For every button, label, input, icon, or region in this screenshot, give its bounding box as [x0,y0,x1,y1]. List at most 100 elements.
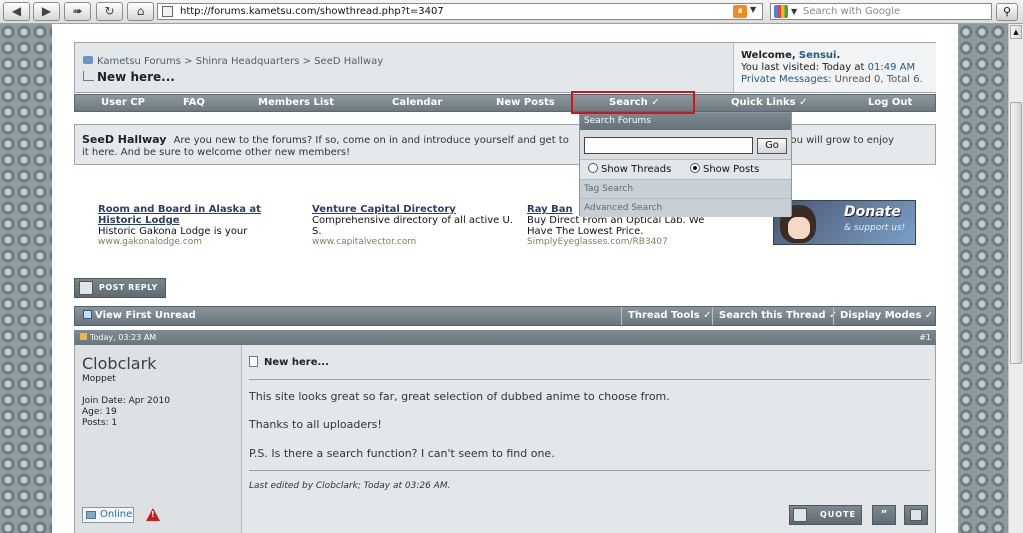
ad-link[interactable]: Venture Capital Directory [312,204,522,215]
tag-search-link[interactable]: Tag Search [580,179,791,198]
nav-log-out[interactable]: Log Out [868,97,912,108]
quote-button[interactable]: QUOTE [789,505,862,525]
back-icon[interactable]: ◀ [3,2,30,21]
donate-label: Donate [844,204,901,220]
breadcrumb: Kametsu Forums > Shinra Headquarters > S… [83,56,383,67]
user-stats: Join Date: Apr 2010 Age: 19 Posts: 1 [82,396,241,429]
ad-link[interactable]: Historic Lodge [98,215,308,226]
post-username[interactable]: Clobclark [82,354,241,373]
show-threads-label: Show Threads [601,164,672,175]
breadcrumb-item[interactable]: Shinra Headquarters [196,56,300,67]
quick-reply-icon [910,509,922,521]
nav-calendar[interactable]: Calendar [392,97,442,108]
breadcrumb-item[interactable]: Kametsu Forums [97,56,181,67]
join-date: Join Date: Apr 2010 [82,396,170,406]
thread-tools-menu[interactable]: Thread Tools ✓ [621,307,712,325]
report-post-icon[interactable] [146,508,160,521]
page-title: New here... [83,70,175,84]
online-icon [86,511,96,519]
chevron-down-icon: ✓ [799,97,808,108]
view-first-unread-label: View First Unread [95,310,196,321]
post-title-text: New here... [264,357,329,368]
unread-icon [83,310,92,319]
thread-toolbar: View First Unread Thread Tools ✓ Search … [74,306,936,326]
ad-url[interactable]: www.capitalvector.com [312,237,522,248]
forum-description: SeeD Hallway Are you new to the forums? … [74,124,936,165]
multi-quote-icon[interactable]: ” [872,505,896,525]
search-engine-dropdown-icon[interactable]: ▼ [791,4,797,19]
radio-icon[interactable] [588,163,598,173]
post-message: New here... This site looks great so far… [242,345,936,533]
post-status-icon [80,333,87,340]
search-forums-input[interactable] [584,137,753,154]
welcome-box: Welcome, Sensui. You last visited: Today… [733,43,936,92]
search-thread-menu[interactable]: Search this Thread ✓ [712,307,837,325]
radio-selected-icon[interactable] [690,163,700,173]
nav-members-list[interactable]: Members List [258,97,334,108]
forum-description-line2: it here. And be sure to welcome other ne… [82,147,351,158]
show-posts-label: Show Posts [703,164,760,175]
breadcrumb-separator: > [184,56,193,67]
donate-subtitle: & support us! [844,223,906,233]
quote-label: QUOTE [820,510,857,519]
forum-page: Kametsu Forums > Shinra Headquarters > S… [52,24,958,533]
go-button[interactable]: Go [757,138,787,154]
quick-reply-button[interactable] [904,505,928,525]
post-reply-label: POST REPLY [99,283,158,292]
post-icon [249,356,258,367]
search-icon[interactable]: ⚲ [996,3,1018,21]
divider [249,379,930,380]
favicon-icon [162,6,173,17]
search-dropdown: Search Forums Go Show Threads Show Posts… [579,112,792,217]
browser-toolbar: ◀ ▶ ➠ ↻ ⌂ http://forums.kametsu.com/show… [0,0,1023,24]
forward-icon[interactable]: ▶ [33,2,60,21]
google-search-input[interactable]: ▼ Search with Google [770,3,992,20]
show-posts-option[interactable]: Show Posts [690,160,759,179]
private-messages-link[interactable]: Private Messages: [741,74,831,85]
online-status: Online [82,507,134,523]
forum-home-icon [83,56,93,64]
scroll-up-icon[interactable]: ▲ [1010,25,1022,39]
address-bar[interactable]: http://forums.kametsu.com/showthread.php… [157,3,763,20]
post-date: Today, 03:23 AM [90,333,157,342]
thread-tools-label: Thread Tools [628,310,700,321]
ad-link[interactable]: Room and Board in Alaska at [98,204,308,215]
scrollbar-thumb[interactable] [1010,102,1022,364]
search-placeholder: Search with Google [803,6,901,17]
navbar: User CP FAQ Members List Calendar New Po… [74,94,936,112]
show-threads-option[interactable]: Show Threads [588,160,671,179]
display-modes-menu[interactable]: Display Modes ✓ [833,307,933,325]
nav-quick-links[interactable]: Quick Links ✓ [731,97,808,108]
view-first-unread-link[interactable]: View First Unread [83,310,196,321]
advanced-search-link[interactable]: Advanced Search [580,198,791,217]
rss-dropdown-icon[interactable]: ▼ [750,5,756,14]
reply-icon [79,281,93,295]
home-icon[interactable]: ⌂ [127,2,154,21]
username-link[interactable]: Sensui [799,50,837,61]
chevron-down-icon: ✓ [924,310,934,321]
post-number[interactable]: #1 [919,330,931,345]
vertical-scrollbar[interactable]: ▲ [1008,24,1023,533]
chevron-down-icon: ✓ [703,310,712,321]
fast-forward-icon[interactable]: ➠ [64,2,91,21]
reload-icon[interactable]: ↻ [96,2,123,21]
welcome-label: Welcome, [741,50,796,61]
post-reply-button[interactable]: POST REPLY [74,278,166,298]
search-highlight-box [571,91,695,114]
donate-banner[interactable]: Donate & support us! [773,200,916,245]
breadcrumb-item[interactable]: SeeD Hallway [314,56,383,67]
ad-url[interactable]: www.gakonalodge.com [98,237,308,248]
post-text-line: This site looks great so far, great sele… [249,390,670,403]
search-dropdown-header: Search Forums [580,113,791,130]
online-label: Online [100,509,133,520]
user-rank: Moppet [82,374,116,384]
display-modes-label: Display Modes [840,310,922,321]
rss-icon[interactable]: ∎ [733,5,747,18]
forum-description-text: Are you new to the forums? If so, come o… [173,135,569,146]
nav-user-cp[interactable]: User CP [101,97,145,108]
nav-new-posts[interactable]: New Posts [496,97,555,108]
ad-text: Historic Gakona Lodge is your [98,226,248,237]
last-visit-label: You last visited: Today at [741,62,865,73]
nav-faq[interactable]: FAQ [183,97,205,108]
ad-url[interactable]: SimplyEyeglasses.com/RB3407 [527,237,737,248]
